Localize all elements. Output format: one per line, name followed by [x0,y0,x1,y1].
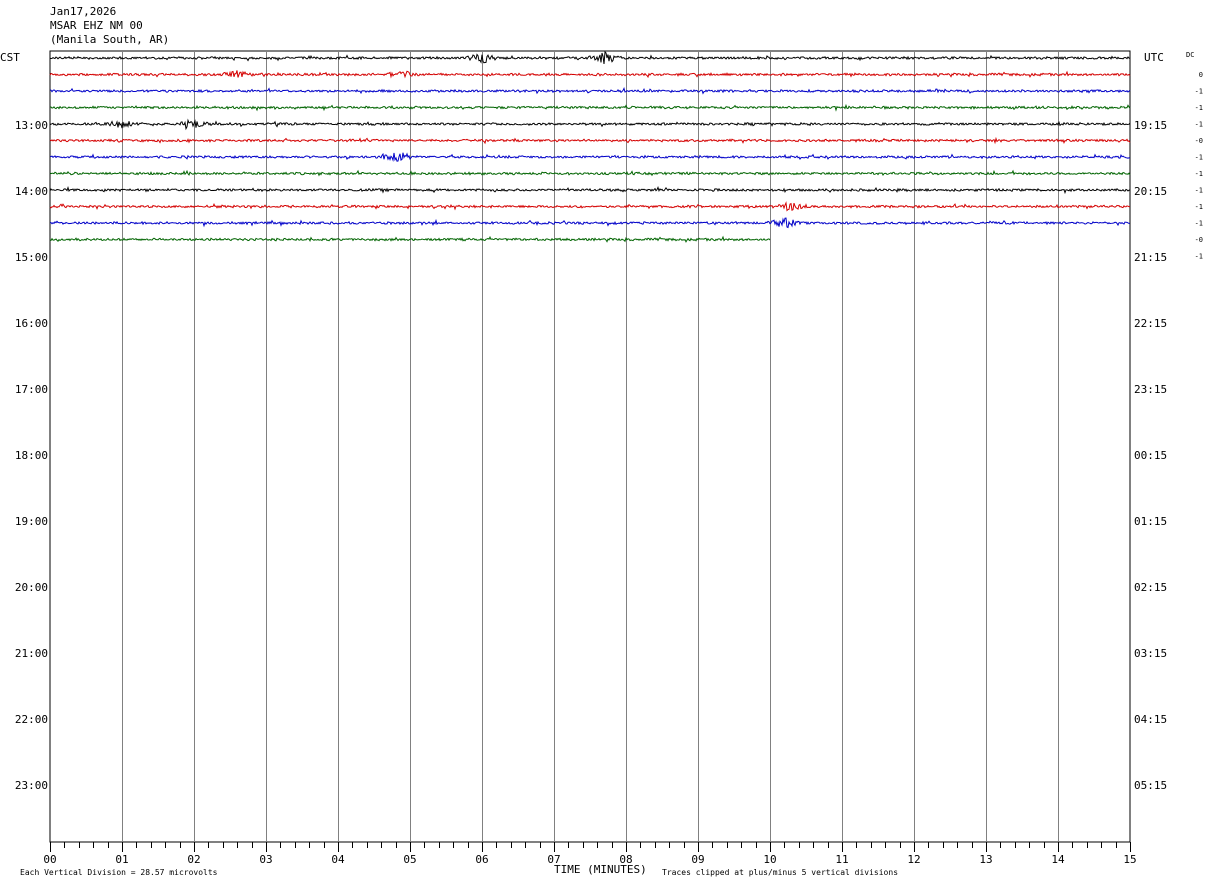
helicorder-plot: 00 01 02 03 04 05 06 07 08 09 10 11 12 13 14 1513:0014:… [15,50,1203,866]
x-tick-label: 03 [259,853,272,866]
seismic-trace [49,217,1131,229]
dc-header: DC [1186,51,1194,59]
x-tick-label: 04 [331,853,345,866]
left-hour-label: 15:00 [15,251,48,264]
right-hour-label: 05:15 [1134,779,1167,792]
right-hour-label: 19:15 [1134,119,1167,132]
dc-offset-label: -1 [1195,253,1203,261]
seismic-trace [49,152,1131,162]
seismic-trace [49,201,1131,212]
x-axis-title: TIME (MINUTES) [554,863,647,876]
left-hour-label: 13:00 [15,119,48,132]
seismic-trace [49,169,1131,177]
dc-offset-label: -1 [1195,104,1203,112]
dc-offset-label: -1 [1195,121,1203,129]
left-hour-label: 19:00 [15,515,48,528]
x-tick-label: 00 [43,853,56,866]
left-hour-label: 22:00 [15,713,48,726]
right-hour-label: 02:15 [1134,581,1167,594]
left-hour-label: 23:00 [15,779,48,792]
left-hour-label: 16:00 [15,317,48,330]
right-hour-label: 23:15 [1134,383,1167,396]
right-hour-label: 03:15 [1134,647,1167,660]
dc-offset-label: 0 [1199,71,1203,79]
right-hour-label: 20:15 [1134,185,1167,198]
seismic-trace [49,185,1131,195]
left-hour-label: 14:00 [15,185,48,198]
seismic-trace [49,70,1131,79]
scale-note: Each Vertical Division = 28.57 microvolt… [20,868,218,877]
left-hour-label: 18:00 [15,449,48,462]
right-hour-label: 00:15 [1134,449,1167,462]
plot-frame [49,50,1131,843]
seismic-trace [49,87,1131,95]
left-hour-label: 20:00 [15,581,48,594]
right-hour-label: 21:15 [1134,251,1167,264]
dc-offset-label: -0 [1195,137,1203,145]
x-tick-label: 11 [835,853,848,866]
right-hour-label: 22:15 [1134,317,1167,330]
x-tick-label: 14 [1051,853,1065,866]
x-tick-label: 05 [403,853,416,866]
x-tick-label: 06 [475,853,488,866]
x-tick-label: 15 [1123,853,1136,866]
right-hour-label: 04:15 [1134,713,1167,726]
seismic-trace [49,50,1131,64]
seismic-trace [49,103,1131,112]
x-tick-label: 13 [979,853,992,866]
x-tick-label: 01 [115,853,128,866]
left-hour-label: 21:00 [15,647,48,660]
x-tick-label: 09 [691,853,704,866]
dc-offset-label: -1 [1195,88,1203,96]
right-hour-label: 01:15 [1134,515,1167,528]
dc-offset-label: -1 [1195,203,1203,211]
dc-offset-label: -1 [1195,220,1203,228]
clip-note: Traces clipped at plus/minus 5 vertical … [662,868,899,877]
seismic-trace [49,118,1131,131]
x-tick-label: 10 [763,853,776,866]
dc-offset-label: -1 [1195,170,1203,178]
seismic-trace [49,136,1131,145]
dc-offset-label: -1 [1195,187,1203,195]
left-hour-label: 17:00 [15,383,48,396]
dc-offset-label: -1 [1195,154,1203,162]
x-tick-label: 12 [907,853,920,866]
x-tick-label: 02 [187,853,200,866]
dc-offset-label: -0 [1195,236,1203,244]
